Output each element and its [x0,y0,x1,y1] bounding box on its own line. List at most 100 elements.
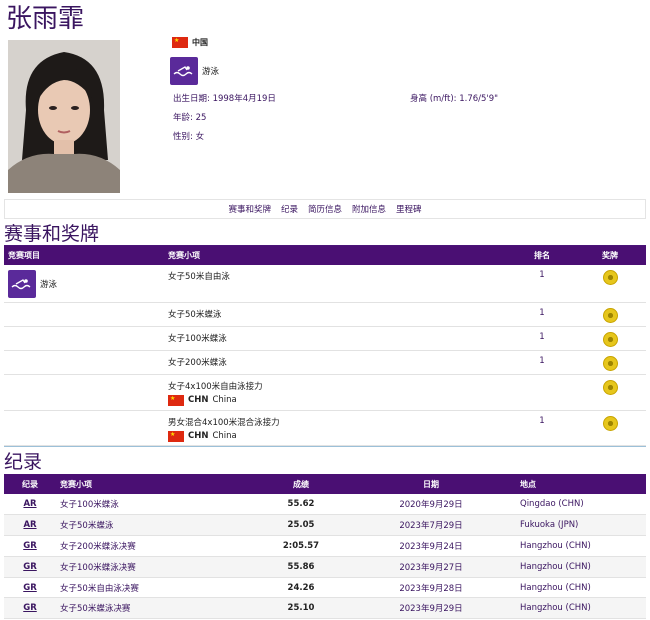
record-event: 女子50米蝶泳 [56,514,256,537]
event-cell: 女子4x100米自由泳接力 CHN China [164,374,510,411]
sport-label: 游泳 [40,280,58,290]
event-name: 女子50米自由泳 [164,265,510,303]
record-date: 2023年9月29日 [346,597,516,620]
country-row: 中国 [172,37,208,48]
record-event: 女子200米蝶泳决赛 [56,535,256,557]
age: 年龄: 25 [173,111,206,123]
china-flag-icon [172,37,188,48]
medal-cell [574,302,646,327]
nav-additional-info[interactable]: 附加信息 [352,203,386,215]
record-code[interactable]: AR [4,514,56,537]
event-rank [510,374,574,411]
nav-milestones[interactable]: 里程碑 [396,203,422,215]
col-sport: 竞赛项目 [4,246,164,265]
record-date: 2020年9月29日 [346,494,516,516]
col-medal: 奖牌 [574,246,646,265]
age-label: 年龄: [173,113,196,123]
col-record: 纪录 [4,474,56,494]
birth-date: 出生日期: 1998年4月19日 [173,92,276,104]
medal-cell [574,410,646,446]
record-place: Hangzhou (CHN) [516,535,646,557]
event-rank: 1 [510,265,574,303]
nav-resume[interactable]: 简历信息 [308,203,342,215]
gold-medal-icon [602,307,618,323]
record-code[interactable]: GR [4,556,56,578]
record-event: 女子100米蝶泳 [56,494,256,516]
records-table: 纪录 竞赛小项 成绩 日期 地点 AR 女子100米蝶泳 55.62 2020年… [4,474,646,620]
nav-records[interactable]: 纪录 [281,203,298,215]
height: 身高 (m/ft): 1.76/5'9" [410,92,498,104]
record-date: 2023年9月28日 [346,577,516,599]
height-value: 1.76/5'9" [459,94,499,104]
record-place: Hangzhou (CHN) [516,597,646,620]
record-result: 2:05.57 [256,535,346,557]
col-result: 成绩 [256,474,346,494]
medal-cell [574,374,646,411]
col-event: 竞赛小项 [164,246,510,265]
record-code[interactable]: GR [4,597,56,620]
china-flag-icon [168,394,184,406]
event-rank: 1 [510,350,574,375]
col-event: 竞赛小项 [56,474,256,494]
record-result: 24.26 [256,577,346,599]
record-place: Qingdao (CHN) [516,494,646,516]
medal-cell [574,265,646,303]
records-header-row: 纪录 竞赛小项 成绩 日期 地点 [4,474,646,494]
athlete-name: 张雨霏 [6,4,85,34]
age-value: 25 [195,113,207,123]
sport-cell: 游泳 [4,265,164,303]
record-code[interactable]: AR [4,494,56,516]
record-code[interactable]: GR [4,577,56,599]
record-result: 55.62 [256,494,346,516]
events-header-row: 竞赛项目 竞赛小项 排名 奖牌 [4,246,646,265]
table-row: 女子100米蝶泳 1 [4,326,646,351]
nav-events-medals[interactable]: 赛事和奖牌 [228,203,271,215]
table-row: 女子200米蝶泳 1 [4,350,646,375]
swimming-icon [170,57,198,85]
gender: 性别: 女 [173,130,204,142]
events-bottom-divider [4,446,646,447]
events-table: 竞赛项目 竞赛小项 排名 奖牌 游泳 女子50米自由泳 1 女子50米蝶泳 1 [4,246,646,446]
event-name: 女子50米蝶泳 [164,302,510,327]
event-rank: 1 [510,326,574,351]
record-place: Fukuoka (JPN) [516,514,646,537]
records-section-title: 纪录 [4,451,43,473]
gold-medal-icon [602,331,618,347]
record-event: 女子50米自由泳决赛 [56,577,256,599]
team-name: China [212,395,237,405]
record-place: Hangzhou (CHN) [516,556,646,578]
event-rank: 1 [510,410,574,446]
table-row: GR 女子50米蝶泳决赛 25.10 2023年9月29日 Hangzhou (… [4,597,646,620]
event-name: 女子200米蝶泳 [164,350,510,375]
table-row: AR 女子100米蝶泳 55.62 2020年9月29日 Qingdao (CH… [4,494,646,516]
gold-medal-icon [602,270,618,285]
gold-medal-icon [602,355,618,371]
record-code[interactable]: GR [4,535,56,557]
swimming-icon [8,270,36,298]
china-flag-icon [168,430,184,442]
event-name: 女子4x100米自由泳接力 [168,381,263,392]
table-row: 女子4x100米自由泳接力 CHN China [4,374,646,411]
birth-date-label: 出生日期: [173,94,213,104]
team-code: CHN [188,395,209,405]
table-row: GR 女子50米自由泳决赛 24.26 2023年9月28日 Hangzhou … [4,577,646,599]
event-name: 男女混合4x100米混合泳接力 [168,417,280,428]
event-cell: 男女混合4x100米混合泳接力 CHN China [164,410,510,446]
record-event: 女子50米蝶泳决赛 [56,597,256,620]
record-place: Hangzhou (CHN) [516,577,646,599]
athlete-photo [8,40,120,193]
gender-label: 性别: [173,132,196,142]
table-row: GR 女子200米蝶泳决赛 2:05.57 2023年9月24日 Hangzho… [4,535,646,557]
events-section-title: 赛事和奖牌 [4,223,100,245]
table-row: AR 女子50米蝶泳 25.05 2023年7月29日 Fukuoka (JPN… [4,514,646,537]
record-result: 55.86 [256,556,346,578]
gold-medal-icon [602,379,618,395]
col-rank: 排名 [510,246,574,265]
table-row: 男女混合4x100米混合泳接力 CHN China 1 [4,410,646,446]
sport-name: 游泳 [202,67,220,77]
table-row: GR 女子100米蝶泳决赛 55.86 2023年9月27日 Hangzhou … [4,556,646,578]
medal-cell [574,326,646,351]
team-info: CHN China [168,394,506,406]
record-date: 2023年9月24日 [346,535,516,557]
table-row: 女子50米蝶泳 1 [4,302,646,327]
